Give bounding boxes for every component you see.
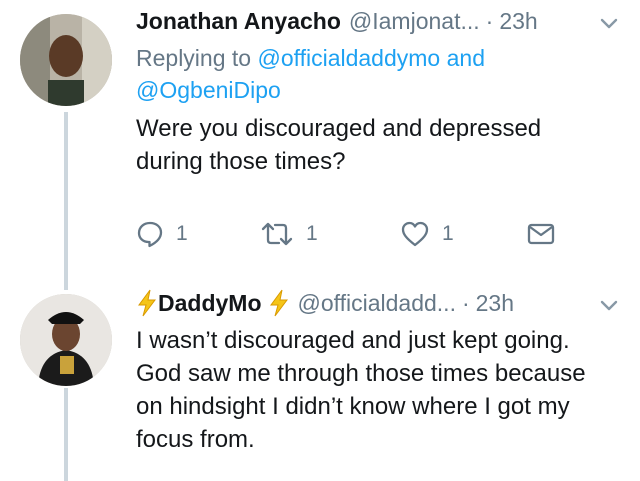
like-icon — [401, 221, 429, 247]
tweet-jonathan[interactable]: Jonathan Anyacho @Iamjonat... · 23h Repl… — [0, 0, 640, 270]
avatar[interactable] — [20, 14, 112, 106]
reply-and[interactable]: and — [447, 45, 485, 71]
chevron-down-icon[interactable] — [598, 12, 620, 34]
tweet-text: Were you discouraged and depressed durin… — [136, 115, 542, 175]
separator: · — [485, 7, 494, 34]
mention-link[interactable]: @OgbeniDipo — [136, 77, 281, 103]
mention-link[interactable]: @officialdaddymo — [257, 45, 440, 71]
lightning-emoji-icon — [269, 289, 288, 317]
retweet-icon — [261, 222, 293, 246]
avatar-photo — [20, 294, 112, 386]
message-icon — [527, 223, 555, 245]
reply-prefix: Replying to — [136, 45, 252, 71]
chevron-down-icon[interactable] — [598, 294, 620, 316]
avatar-photo — [20, 14, 112, 106]
reply-icon — [137, 221, 163, 248]
timestamp[interactable]: 23h — [476, 290, 514, 317]
tweet-text: I wasn’t discouraged and just kept going… — [136, 327, 586, 453]
direct-message-button[interactable] — [526, 217, 556, 251]
replying-to: Replying to @officialdaddymo and @Ogbeni… — [136, 42, 620, 106]
reply-button[interactable]: 1 — [136, 217, 188, 251]
timestamp[interactable]: 23h — [499, 8, 537, 35]
tweet-daddymo[interactable]: DaddyMo @officialdadd... · 23h I wasn’t … — [0, 284, 640, 481]
display-name[interactable]: DaddyMo — [158, 290, 262, 317]
tweet-actions: 1 1 1 — [136, 217, 576, 251]
like-button[interactable]: 1 — [400, 217, 454, 251]
display-name[interactable]: Jonathan Anyacho — [136, 8, 341, 35]
avatar[interactable] — [20, 294, 112, 386]
tweet-header: DaddyMo @officialdadd... · 23h — [136, 286, 620, 320]
retweet-button[interactable]: 1 — [260, 217, 318, 251]
reply-count: 1 — [176, 222, 188, 245]
retweet-count: 1 — [306, 222, 318, 245]
tweet-header: Jonathan Anyacho @Iamjonat... · 23h — [136, 4, 620, 38]
lightning-emoji-icon — [138, 289, 156, 317]
user-handle[interactable]: @Iamjonat... — [349, 8, 480, 35]
user-handle[interactable]: @officialdadd... — [298, 290, 456, 317]
like-count: 1 — [442, 222, 454, 245]
separator: · — [461, 289, 470, 316]
